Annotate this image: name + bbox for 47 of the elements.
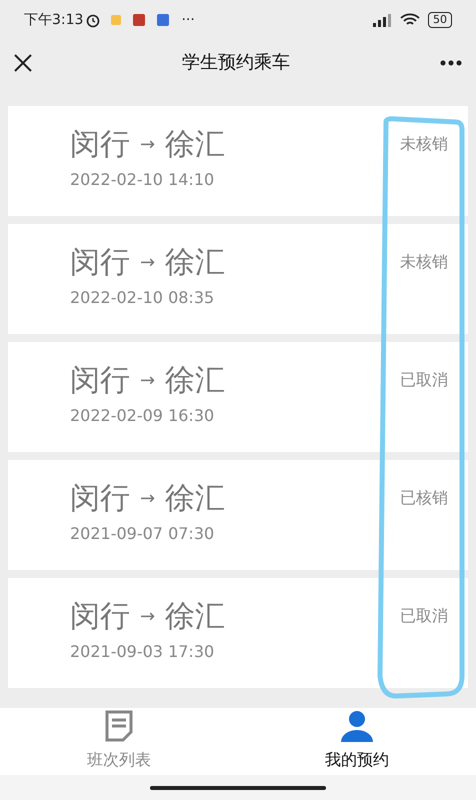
close-icon[interactable] bbox=[14, 54, 32, 72]
route-origin: 闵行 bbox=[70, 598, 130, 636]
person-icon bbox=[340, 710, 374, 742]
document-icon bbox=[105, 710, 133, 742]
trip-card[interactable]: 闵行 → 徐汇 2021-09-03 17:30 已取消 bbox=[8, 578, 468, 688]
wifi-icon bbox=[400, 13, 420, 27]
notification-icon bbox=[111, 15, 122, 25]
trip-card[interactable]: 闵行 → 徐汇 2022-02-10 14:10 未核销 bbox=[8, 106, 468, 216]
trip-status: 未核销 bbox=[400, 251, 448, 273]
route-origin: 闵行 bbox=[70, 126, 130, 164]
trip-status: 已取消 bbox=[400, 605, 448, 627]
route-arrow: → bbox=[140, 487, 156, 511]
route-arrow: → bbox=[140, 133, 156, 157]
nav-tab[interactable]: 班次列表 bbox=[0, 708, 238, 775]
route-destination: 徐汇 bbox=[165, 126, 226, 164]
home-indicator[interactable] bbox=[150, 786, 326, 790]
notification-icon bbox=[133, 14, 146, 26]
alarm-icon bbox=[85, 12, 102, 28]
trip-datetime: 2022-02-10 08:35 bbox=[70, 287, 216, 309]
route-destination: 徐汇 bbox=[165, 244, 226, 282]
trip-datetime: 2021-09-03 17:30 bbox=[70, 641, 216, 663]
status-time: 下午3:13 bbox=[24, 10, 84, 30]
trip-status: 已核销 bbox=[400, 487, 448, 509]
route-arrow: → bbox=[140, 369, 156, 393]
route-origin: 闵行 bbox=[70, 362, 130, 400]
route-destination: 徐汇 bbox=[165, 480, 226, 518]
page-title: 学生预约乘车 bbox=[181, 51, 291, 75]
battery-level: 50 bbox=[428, 12, 452, 28]
route-arrow: → bbox=[140, 251, 156, 275]
trip-datetime: 2021-09-07 07:30 bbox=[70, 523, 216, 545]
trip-card[interactable]: 闵行 → 徐汇 2022-02-09 16:30 已取消 bbox=[8, 342, 468, 452]
trip-status: 未核销 bbox=[400, 133, 448, 155]
more-notifications: ··· bbox=[181, 10, 195, 30]
trip-datetime: 2022-02-10 14:10 bbox=[70, 169, 216, 191]
notification-icon bbox=[157, 14, 170, 26]
trip-datetime: 2022-02-09 16:30 bbox=[70, 405, 216, 427]
trip-status: 已取消 bbox=[400, 369, 448, 391]
trip-card[interactable]: 闵行 → 徐汇 2022-02-10 08:35 未核销 bbox=[8, 224, 468, 334]
route-origin: 闵行 bbox=[70, 480, 130, 518]
trip-card[interactable]: 闵行 → 徐汇 2021-09-07 07:30 已核销 bbox=[8, 460, 468, 570]
route-arrow: → bbox=[140, 605, 156, 629]
signal-icon bbox=[372, 13, 392, 27]
route-destination: 徐汇 bbox=[165, 362, 226, 400]
nav-tab[interactable]: 我的预约 bbox=[238, 708, 476, 775]
route-origin: 闵行 bbox=[70, 244, 130, 282]
route-destination: 徐汇 bbox=[165, 598, 226, 636]
more-icon[interactable] bbox=[440, 60, 462, 66]
